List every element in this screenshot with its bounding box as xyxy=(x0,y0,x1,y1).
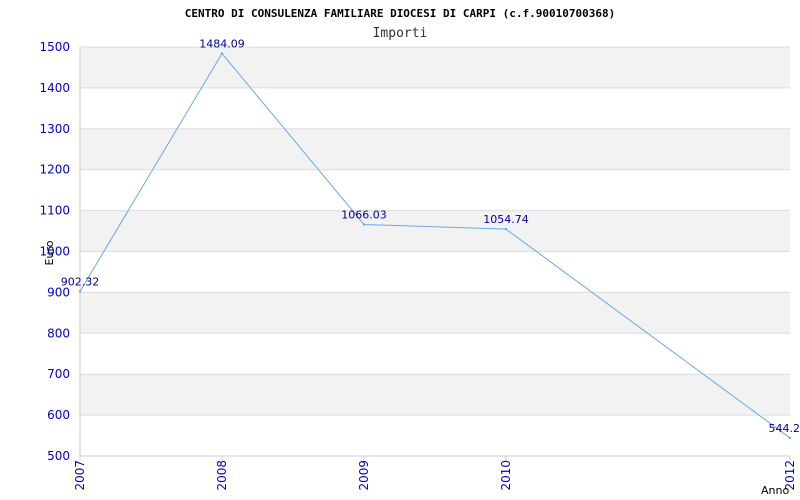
data-point xyxy=(504,227,508,231)
y-tick-label: 1300 xyxy=(39,122,70,136)
y-tick-label: 500 xyxy=(47,449,70,463)
x-axis-label: Anno xyxy=(761,484,789,497)
data-label: 544.2 xyxy=(769,422,800,435)
y-tick-label: 1200 xyxy=(39,163,70,177)
background-band xyxy=(80,128,790,170)
chart-title: CENTRO DI CONSULENZA FAMILIARE DIOCESI D… xyxy=(185,7,615,20)
chart-subtitle: Importi xyxy=(373,26,428,41)
y-tick-label: 1100 xyxy=(39,204,70,218)
y-tick-label: 1500 xyxy=(39,40,70,54)
y-tick-label: 600 xyxy=(47,408,70,422)
x-tick-label: 2007 xyxy=(73,460,87,491)
y-tick-label: 700 xyxy=(47,367,70,381)
y-tick-label: 800 xyxy=(47,326,70,340)
y-axis-label: Euro xyxy=(43,240,56,265)
background-band xyxy=(80,210,790,252)
x-tick-label: 2009 xyxy=(357,460,371,491)
y-tick-label: 1400 xyxy=(39,81,70,95)
data-label: 1066.03 xyxy=(341,208,387,221)
x-tick-label: 2010 xyxy=(499,460,513,491)
data-point xyxy=(78,290,82,293)
data-point xyxy=(220,52,224,55)
x-axis-ticks: 2007 2008 2009 2010 2012 xyxy=(73,456,797,491)
data-label: 1054.74 xyxy=(483,213,529,226)
data-label: 902.32 xyxy=(61,275,100,288)
background-band xyxy=(80,47,790,88)
background-band xyxy=(80,292,790,334)
data-label: 1484.09 xyxy=(199,38,245,51)
data-point xyxy=(788,436,792,440)
background-band xyxy=(80,374,790,416)
x-tick-label: 2008 xyxy=(215,460,229,491)
line-chart: CENTRO DI CONSULENZA FAMILIARE DIOCESI D… xyxy=(39,7,800,497)
data-point xyxy=(362,223,366,226)
